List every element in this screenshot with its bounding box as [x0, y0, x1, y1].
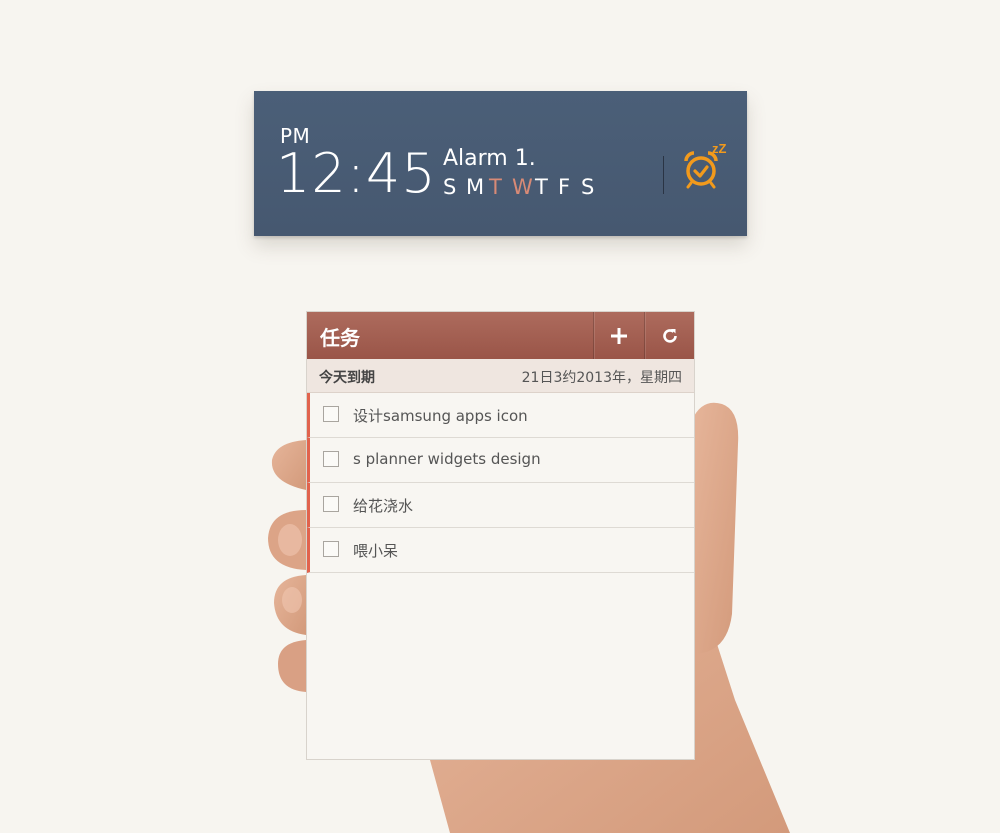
- task-item[interactable]: s planner widgets design: [307, 438, 694, 483]
- task-checkbox[interactable]: [323, 451, 339, 467]
- task-checkbox[interactable]: [323, 496, 339, 512]
- task-label: 设计samsung apps icon: [353, 407, 528, 425]
- task-checkbox[interactable]: [323, 406, 339, 422]
- refresh-icon: [663, 328, 677, 343]
- day-sun: S: [443, 175, 457, 199]
- date-label: 21日3约2013年，星期四: [521, 370, 682, 386]
- alarm-widget[interactable]: PM 12:45 Alarm 1. S M T W T F S zZ: [254, 91, 747, 236]
- alarm-clock-icon[interactable]: zZ: [682, 139, 734, 191]
- task-item[interactable]: 设计samsung apps icon: [307, 393, 694, 438]
- add-task-button[interactable]: [593, 312, 644, 359]
- task-list: 设计samsung apps icon s planner widgets de…: [307, 393, 694, 573]
- alarm-days: S M T W T F S: [443, 175, 604, 199]
- task-item[interactable]: 喂小呆: [307, 528, 694, 573]
- day-tue: T: [489, 175, 502, 199]
- task-item[interactable]: 给花浇水: [307, 483, 694, 528]
- task-label: 给花浇水: [353, 497, 414, 515]
- day-fri: F: [558, 175, 571, 199]
- task-label: 喂小呆: [353, 542, 399, 560]
- tasks-title: 任务: [320, 326, 360, 350]
- day-sat: S: [581, 175, 595, 199]
- due-today-bar: 今天到期 21日3约2013年，星期四: [307, 359, 694, 393]
- refresh-button[interactable]: [644, 312, 694, 359]
- alarm-time: 12:45: [276, 142, 437, 205]
- tasks-header: 任务: [307, 312, 694, 359]
- day-thu: T: [535, 175, 548, 199]
- alarm-name: Alarm 1.: [443, 146, 536, 171]
- tasks-widget: 任务 今天到期 21日3约2013年，星期四 设计samsung apps ic…: [306, 311, 695, 760]
- day-wed: W: [512, 175, 533, 199]
- due-today-label: 今天到期: [319, 370, 375, 386]
- task-label: s planner widgets design: [353, 450, 541, 468]
- plus-icon: [611, 327, 627, 344]
- task-checkbox[interactable]: [323, 541, 339, 557]
- divider: [663, 156, 664, 194]
- day-mon: M: [466, 175, 485, 199]
